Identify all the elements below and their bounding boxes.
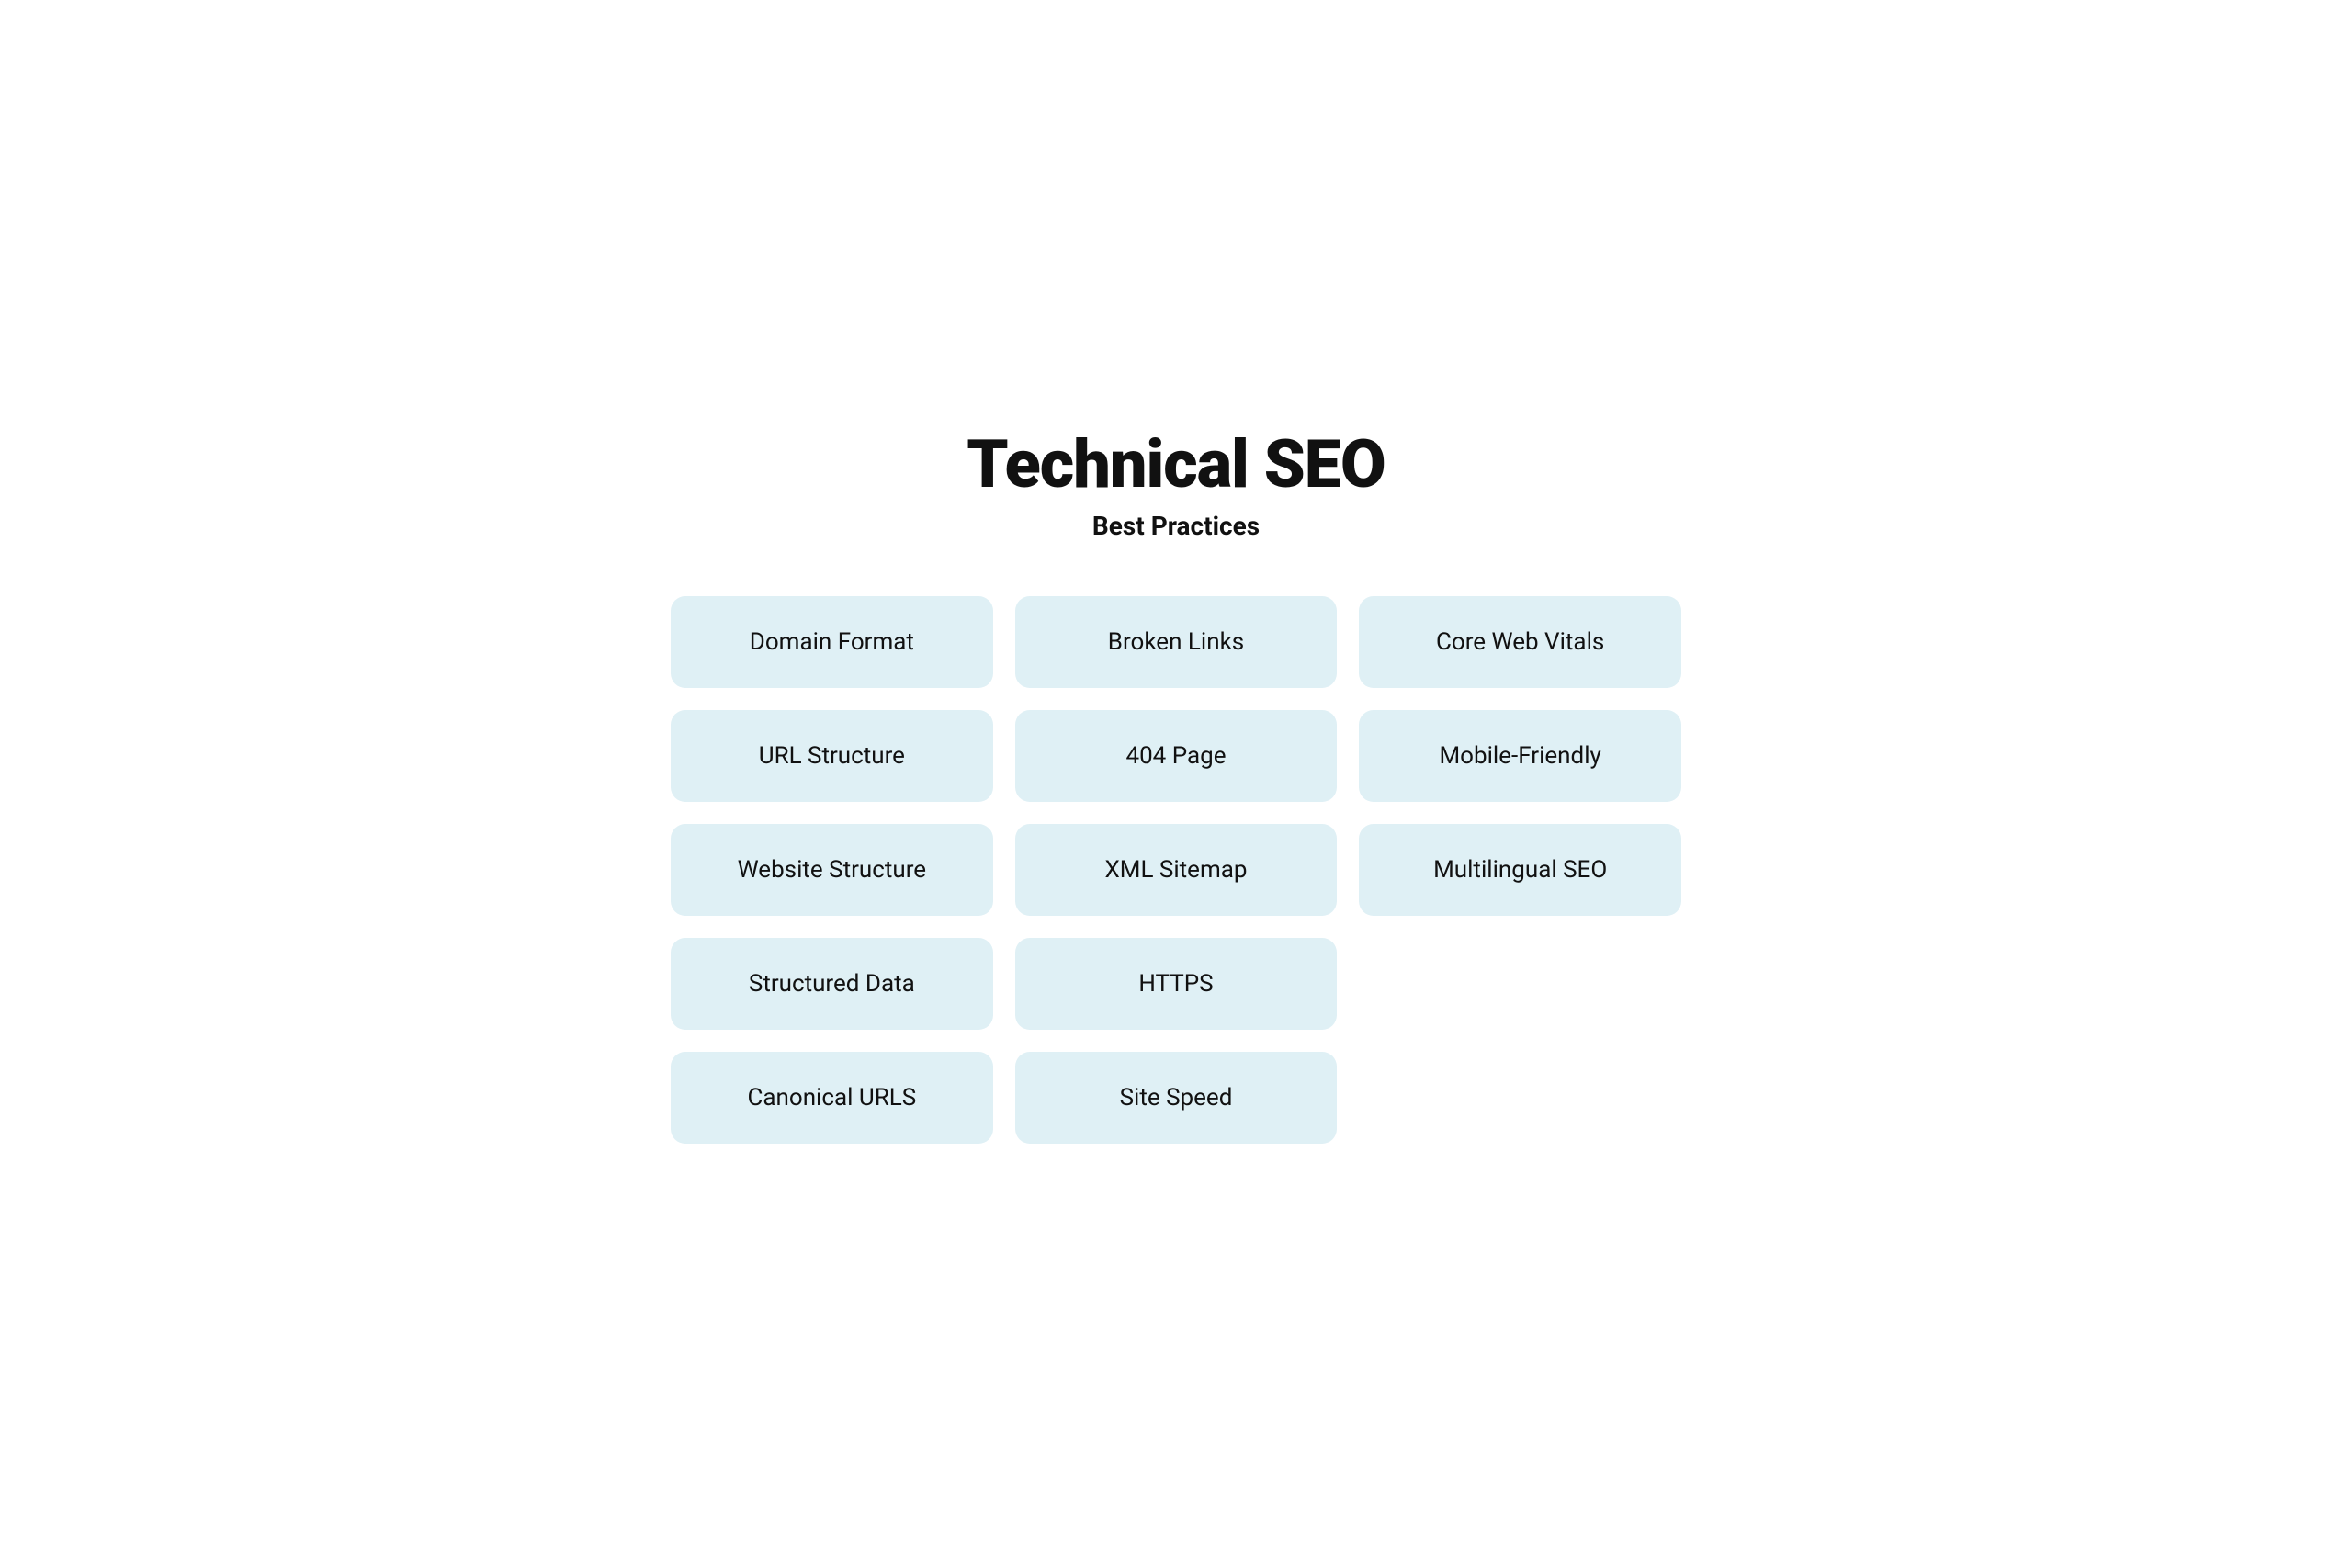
card-canonical-urls[interactable]: Canonical URLS (671, 1052, 993, 1144)
card-domain-format[interactable]: Domain Format (671, 596, 993, 688)
card-https[interactable]: HTTPS (1015, 938, 1338, 1030)
subtitle: Best Practices (671, 511, 1681, 541)
topics-grid: Domain Format Broken Links Core Web Vita… (671, 596, 1681, 1144)
card-broken-links[interactable]: Broken Links (1015, 596, 1338, 688)
card-website-structure[interactable]: Website Structure (671, 824, 993, 916)
main-title: Technical SEO (671, 425, 1681, 503)
card-core-web-vitals[interactable]: Core Web Vitals (1359, 596, 1681, 688)
card-structured-data[interactable]: Structured Data (671, 938, 993, 1030)
card-url-structure[interactable]: URL Structure (671, 710, 993, 802)
page-container: Technical SEO Best Practices Domain Form… (671, 425, 1681, 1144)
card-empty-2 (1359, 1052, 1681, 1144)
card-multilingual-seo[interactable]: Multilingual SEO (1359, 824, 1681, 916)
card-site-speed[interactable]: Site Speed (1015, 1052, 1338, 1144)
card-xml-sitemap[interactable]: XML Sitemap (1015, 824, 1338, 916)
card-mobile-friendly[interactable]: Mobile-Friendly (1359, 710, 1681, 802)
card-empty-1 (1359, 938, 1681, 1030)
card-404-page[interactable]: 404 Page (1015, 710, 1338, 802)
